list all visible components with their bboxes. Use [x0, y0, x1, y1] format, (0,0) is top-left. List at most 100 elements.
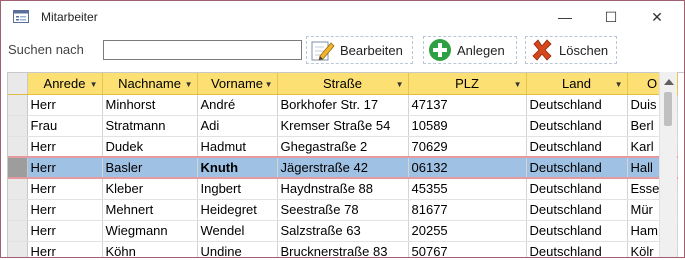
- cell-nachname[interactable]: Wiegmann: [102, 220, 198, 242]
- cell-anrede[interactable]: Herr: [27, 178, 103, 200]
- minimize-icon: —: [558, 9, 572, 25]
- table-row[interactable]: Frau Stratmann Adi Kremser Straße 54 105…: [8, 115, 678, 137]
- cell-vorname[interactable]: Hadmut: [197, 136, 278, 158]
- cell-strasse[interactable]: Salzstraße 63: [277, 220, 409, 242]
- dropdown-arrow-icon[interactable]: ▼: [90, 80, 98, 89]
- dropdown-arrow-icon[interactable]: ▼: [185, 80, 193, 89]
- row-selector[interactable]: [8, 156, 28, 179]
- mitarbeiter-window: Mitarbeiter — ☐ ✕ Suchen nach Bearbeiten: [0, 0, 685, 258]
- cell-nachname[interactable]: Minhorst: [102, 94, 198, 116]
- close-icon: ✕: [651, 8, 663, 25]
- column-header-land[interactable]: Land ▼: [526, 73, 628, 95]
- cell-anrede[interactable]: Herr: [27, 156, 103, 179]
- minimize-button[interactable]: —: [542, 1, 588, 33]
- cell-anrede[interactable]: Herr: [27, 199, 103, 221]
- cell-nachname[interactable]: Basler: [102, 156, 198, 179]
- employee-datasheet: Anrede ▼ Nachname ▼ Vorname ▼ Straße ▼ PLZ ▼ …: [7, 72, 684, 257]
- cell-plz[interactable]: 81677: [408, 199, 527, 221]
- cell-vorname[interactable]: Wendel: [197, 220, 278, 242]
- delete-x-icon: [532, 39, 552, 61]
- cell-strasse[interactable]: Ghegastraße 2: [277, 136, 409, 158]
- cell-land[interactable]: Deutschland: [526, 178, 628, 200]
- cell-strasse[interactable]: Seestraße 78: [277, 199, 409, 221]
- cell-plz[interactable]: 45355: [408, 178, 527, 200]
- table-row[interactable]: Herr Minhorst André Borkhofer Str. 17 47…: [8, 94, 678, 116]
- cell-anrede[interactable]: Herr: [27, 241, 103, 257]
- window-title: Mitarbeiter: [41, 10, 98, 24]
- row-selector[interactable]: [8, 220, 28, 242]
- table-row[interactable]: Herr Dudek Hadmut Ghegastraße 2 70629 De…: [8, 136, 678, 158]
- edit-button-label: Bearbeiten: [340, 42, 403, 58]
- cell-vorname[interactable]: Knuth: [197, 156, 278, 179]
- add-button[interactable]: Anlegen: [423, 36, 517, 64]
- row-selector[interactable]: [8, 199, 28, 221]
- cell-plz[interactable]: 47137: [408, 94, 527, 116]
- cell-vorname[interactable]: Adi: [197, 115, 278, 137]
- table-row[interactable]: Herr Kleber Ingbert Haydnstraße 88 45355…: [8, 178, 678, 200]
- cell-vorname[interactable]: André: [197, 94, 278, 116]
- cell-land[interactable]: Deutschland: [526, 136, 628, 158]
- table-row[interactable]: Herr Mehnert Heidegret Seestraße 78 8167…: [8, 199, 678, 221]
- cell-plz[interactable]: 70629: [408, 136, 527, 158]
- add-button-label: Anlegen: [457, 42, 505, 58]
- cell-vorname[interactable]: Heidegret: [197, 199, 278, 221]
- cell-strasse[interactable]: Kremser Straße 54: [277, 115, 409, 137]
- form-icon: [13, 10, 29, 23]
- cell-land[interactable]: Deutschland: [526, 94, 628, 116]
- vertical-scrollbar[interactable]: [659, 72, 677, 257]
- table-row-selected[interactable]: Herr Basler Knuth Jägerstraße 42 06132 D…: [8, 156, 678, 179]
- cell-land[interactable]: Deutschland: [526, 115, 628, 137]
- row-selector[interactable]: [8, 94, 28, 116]
- row-selector[interactable]: [8, 241, 28, 257]
- cell-plz[interactable]: 20255: [408, 220, 527, 242]
- cell-anrede[interactable]: Frau: [27, 115, 103, 137]
- row-selector[interactable]: [8, 115, 28, 137]
- delete-button[interactable]: Löschen: [525, 36, 617, 64]
- cell-strasse[interactable]: Haydnstraße 88: [277, 178, 409, 200]
- column-header-vorname[interactable]: Vorname ▼: [197, 73, 278, 95]
- cell-plz[interactable]: 50767: [408, 241, 527, 257]
- plus-icon: [429, 39, 451, 61]
- cell-vorname[interactable]: Undine: [197, 241, 278, 257]
- cell-land[interactable]: Deutschland: [526, 156, 628, 179]
- table-row[interactable]: Herr Wiegmann Wendel Salzstraße 63 20255…: [8, 220, 678, 242]
- close-button[interactable]: ✕: [634, 1, 680, 33]
- cell-strasse[interactable]: Brucknerstraße 83: [277, 241, 409, 257]
- cell-anrede[interactable]: Herr: [27, 94, 103, 116]
- cell-land[interactable]: Deutschland: [526, 199, 628, 221]
- cell-vorname[interactable]: Ingbert: [197, 178, 278, 200]
- column-header-strasse[interactable]: Straße ▼: [277, 73, 409, 95]
- cell-nachname[interactable]: Köhn: [102, 241, 198, 257]
- maximize-button[interactable]: ☐: [588, 1, 634, 33]
- column-header-plz[interactable]: PLZ ▼: [408, 73, 527, 95]
- row-selector[interactable]: [8, 136, 28, 158]
- dropdown-arrow-icon[interactable]: ▼: [615, 80, 623, 89]
- select-all-corner[interactable]: [8, 73, 28, 95]
- cell-nachname[interactable]: Kleber: [102, 178, 198, 200]
- column-header-anrede[interactable]: Anrede ▼: [27, 73, 103, 95]
- cell-anrede[interactable]: Herr: [27, 220, 103, 242]
- dropdown-arrow-icon[interactable]: ▼: [265, 80, 273, 89]
- cell-land[interactable]: Deutschland: [526, 241, 628, 257]
- cell-nachname[interactable]: Dudek: [102, 136, 198, 158]
- cell-plz[interactable]: 10589: [408, 115, 527, 137]
- cell-nachname[interactable]: Mehnert: [102, 199, 198, 221]
- dropdown-arrow-icon[interactable]: ▼: [396, 80, 404, 89]
- toolbar: Suchen nach Bearbeiten Anlegen Löschen: [1, 34, 684, 68]
- cell-nachname[interactable]: Stratmann: [102, 115, 198, 137]
- scrollbar-thumb[interactable]: [664, 92, 672, 126]
- search-input[interactable]: [103, 40, 302, 60]
- cell-anrede[interactable]: Herr: [27, 136, 103, 158]
- edit-icon: [311, 41, 335, 61]
- cell-plz[interactable]: 06132: [408, 156, 527, 179]
- cell-strasse[interactable]: Jägerstraße 42: [277, 156, 409, 179]
- scroll-up-arrow-icon[interactable]: [664, 79, 674, 85]
- edit-button[interactable]: Bearbeiten: [306, 36, 413, 64]
- dropdown-arrow-icon[interactable]: ▼: [514, 80, 522, 89]
- row-selector[interactable]: [8, 178, 28, 200]
- maximize-icon: ☐: [604, 8, 618, 25]
- column-header-nachname[interactable]: Nachname ▼: [102, 73, 198, 95]
- table-row[interactable]: Herr Köhn Undine Brucknerstraße 83 50767…: [8, 241, 678, 257]
- cell-strasse[interactable]: Borkhofer Str. 17: [277, 94, 409, 116]
- cell-land[interactable]: Deutschland: [526, 220, 628, 242]
